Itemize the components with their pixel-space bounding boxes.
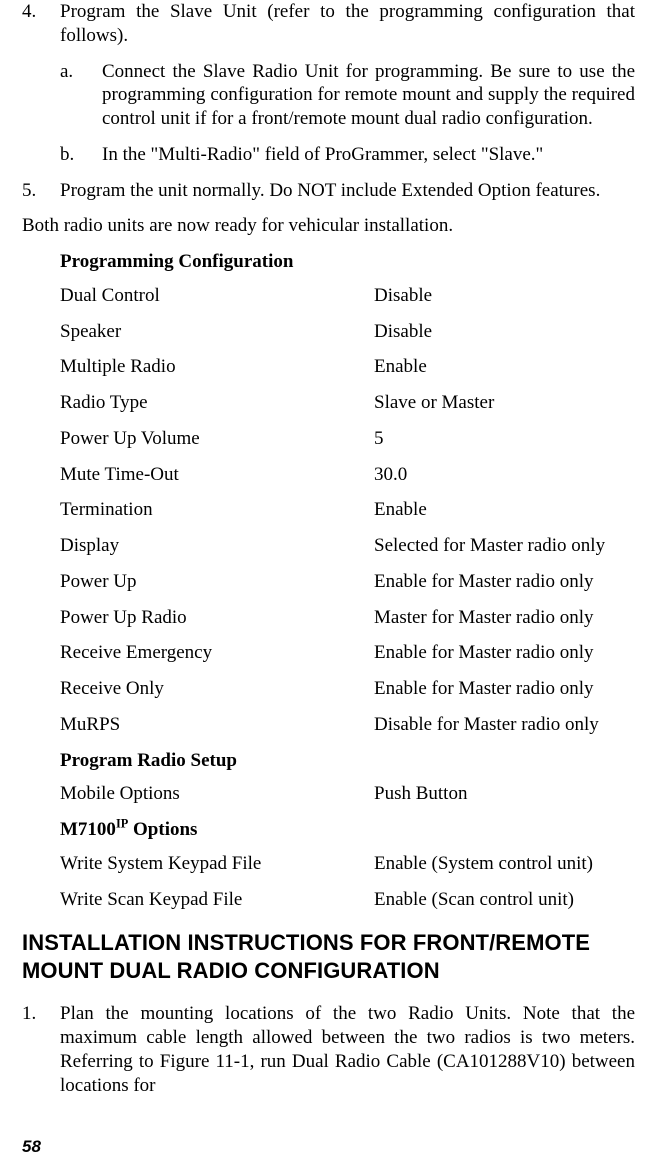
config-row: Mobile Options Push Button <box>60 782 635 806</box>
config-row: Mute Time-Out 30.0 <box>60 463 635 487</box>
config-key: Multiple Radio <box>60 355 374 379</box>
m7100-prefix: M7100 <box>60 819 116 840</box>
config-key: Receive Only <box>60 677 374 701</box>
config-key: Power Up Volume <box>60 427 374 451</box>
list-item-4a: a. Connect the Slave Radio Unit for prog… <box>60 60 635 131</box>
page-number: 58 <box>22 1136 41 1157</box>
heading-prog-radio-setup: Program Radio Setup <box>60 749 635 773</box>
list-marker: 5. <box>22 179 60 203</box>
config-row: Power Up Radio Master for Master radio o… <box>60 606 635 630</box>
config-row: MuRPS Disable for Master radio only <box>60 713 635 737</box>
config-key: Termination <box>60 498 374 522</box>
config-value: Disable for Master radio only <box>374 713 635 737</box>
config-key: Display <box>60 534 374 558</box>
config-value: Enable <box>374 498 635 522</box>
config-value: Enable for Master radio only <box>374 677 635 701</box>
list-body: Plan the mounting locations of the two R… <box>60 1002 635 1097</box>
config-row: Write Scan Keypad File Enable (Scan cont… <box>60 888 635 912</box>
config-key: Receive Emergency <box>60 641 374 665</box>
list-marker: a. <box>60 60 102 131</box>
config-row: Termination Enable <box>60 498 635 522</box>
heading-m7100-options: M7100IP Options <box>60 818 635 842</box>
config-value: Enable <box>374 355 635 379</box>
config-value: Enable for Master radio only <box>374 570 635 594</box>
config-key: MuRPS <box>60 713 374 737</box>
list-body: Program the unit normally. Do NOT includ… <box>60 179 635 203</box>
config-key: Power Up <box>60 570 374 594</box>
config-value: Push Button <box>374 782 635 806</box>
list-body: Connect the Slave Radio Unit for program… <box>102 60 635 131</box>
heading-prog-config: Programming Configuration <box>60 250 635 274</box>
config-value: Enable (Scan control unit) <box>374 888 635 912</box>
config-value: Selected for Master radio only <box>374 534 635 558</box>
config-key: Write Scan Keypad File <box>60 888 374 912</box>
config-row: Dual Control Disable <box>60 284 635 308</box>
list-item-4: 4. Program the Slave Unit (refer to the … <box>22 0 635 48</box>
list-item-5: 5. Program the unit normally. Do NOT inc… <box>22 179 635 203</box>
section-title: INSTALLATION INSTRUCTIONS FOR FRONT/REMO… <box>22 929 635 984</box>
config-row: Write System Keypad File Enable (System … <box>60 852 635 876</box>
config-key: Speaker <box>60 320 374 344</box>
config-value: 30.0 <box>374 463 635 487</box>
m7100-sup: IP <box>116 817 128 831</box>
list-body: Program the Slave Unit (refer to the pro… <box>60 0 635 48</box>
list-marker: b. <box>60 143 102 167</box>
config-row: Power Up Enable for Master radio only <box>60 570 635 594</box>
config-value: Enable for Master radio only <box>374 641 635 665</box>
config-row: Radio Type Slave or Master <box>60 391 635 415</box>
config-row: Speaker Disable <box>60 320 635 344</box>
config-key: Power Up Radio <box>60 606 374 630</box>
config-row: Receive Emergency Enable for Master radi… <box>60 641 635 665</box>
list-marker: 1. <box>22 1002 60 1097</box>
config-row: Display Selected for Master radio only <box>60 534 635 558</box>
config-row: Receive Only Enable for Master radio onl… <box>60 677 635 701</box>
config-value: Enable (System control unit) <box>374 852 635 876</box>
ready-paragraph: Both radio units are now ready for vehic… <box>22 214 635 238</box>
config-row: Power Up Volume 5 <box>60 427 635 451</box>
config-row: Multiple Radio Enable <box>60 355 635 379</box>
config-block: Programming Configuration Dual Control D… <box>60 250 635 911</box>
config-value: Slave or Master <box>374 391 635 415</box>
config-value: 5 <box>374 427 635 451</box>
config-value: Disable <box>374 320 635 344</box>
nested-list: a. Connect the Slave Radio Unit for prog… <box>60 60 635 167</box>
config-key: Mobile Options <box>60 782 374 806</box>
list-marker: 4. <box>22 0 60 48</box>
list-item-4b: b. In the "Multi-Radio" field of ProGram… <box>60 143 635 167</box>
config-value: Disable <box>374 284 635 308</box>
m7100-suffix: Options <box>128 819 197 840</box>
config-key: Write System Keypad File <box>60 852 374 876</box>
config-key: Radio Type <box>60 391 374 415</box>
config-key: Mute Time-Out <box>60 463 374 487</box>
config-key: Dual Control <box>60 284 374 308</box>
list-item-1: 1. Plan the mounting locations of the tw… <box>22 1002 635 1097</box>
list-body: In the "Multi-Radio" field of ProGrammer… <box>102 143 635 167</box>
config-value: Master for Master radio only <box>374 606 635 630</box>
